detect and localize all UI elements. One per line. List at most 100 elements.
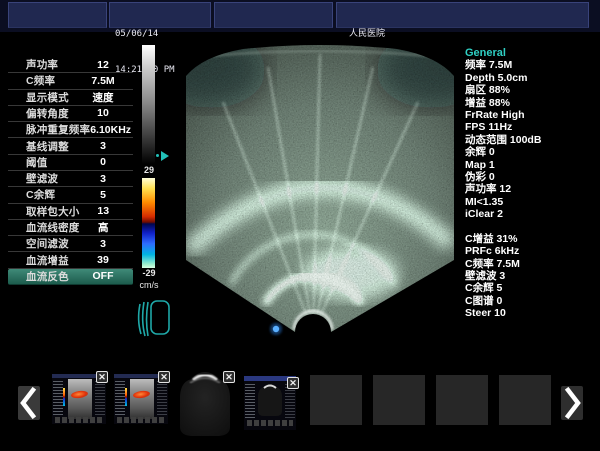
focus-marker-icon	[161, 151, 169, 161]
parameter-value: 高	[80, 220, 128, 235]
parameter-readout: C余辉 5	[465, 282, 595, 294]
parameter-readout: 余辉 0	[465, 146, 595, 158]
parameter-row[interactable]: 显示模式 速度	[8, 90, 133, 106]
parameter-value: 10	[79, 107, 127, 119]
parameter-readout: MI<1.35	[465, 196, 595, 208]
parameter-row[interactable]: 空间滤波 3	[8, 236, 133, 252]
parameter-readout: FrRate High	[465, 109, 595, 121]
color-doppler-scale-bar	[142, 178, 155, 268]
right-chevron-icon	[561, 386, 583, 420]
parameter-readout: C图谱 0	[465, 295, 595, 307]
ultrasound-image[interactable]	[183, 42, 457, 345]
parameter-readout: iClear 2	[465, 208, 595, 220]
parameter-label: 脉冲重复频率	[26, 122, 90, 137]
top-status-bar: 05/06/14 14:21:00 PM 人民医院 L14-5/38	[0, 0, 600, 32]
thumbnail-sector-large[interactable]: ✕	[177, 370, 233, 438]
thumbnail-close-button[interactable]: ✕	[223, 371, 235, 383]
thumb-sector-image	[257, 383, 283, 417]
velocity-scale-unit: cm/s	[138, 280, 160, 290]
thumb-mini-strip	[117, 417, 165, 423]
thumbnail-close-button[interactable]: ✕	[287, 377, 299, 389]
parameter-label: 基线调整	[26, 139, 69, 154]
thumb-left-text	[245, 384, 255, 418]
thumbnail-close-button[interactable]: ✕	[96, 371, 108, 383]
topbar-datetime: 05/06/14 14:21:00 PM	[109, 2, 211, 28]
parameter-row[interactable]: 声功率 12	[8, 57, 133, 73]
parameter-readout: Steer 10	[465, 307, 595, 319]
parameter-label: 取样包大小	[26, 204, 80, 219]
thumb-image	[68, 379, 92, 419]
parameter-label: 偏转角度	[26, 106, 69, 121]
thumb-colorbar	[125, 388, 127, 406]
thumb-doppler-flow	[71, 390, 89, 399]
parameter-row[interactable]: 取样包大小 13	[8, 204, 133, 220]
parameter-readout: PRFc 6kHz	[465, 245, 595, 257]
thumb-left-text	[53, 381, 63, 415]
thumbnails-prev-button[interactable]	[18, 386, 40, 420]
ultrasound-tissue-area	[183, 42, 457, 345]
parameter-value: 6.10KHz	[90, 124, 131, 136]
thumb-right-text	[157, 381, 167, 415]
parameter-label: 血流线密度	[26, 220, 80, 235]
parameter-value: 7.5M	[79, 75, 127, 87]
body-mark-icon[interactable]	[135, 297, 171, 339]
parameter-label: 血流反色	[26, 269, 69, 284]
parameter-row[interactable]: 阈值 0	[8, 155, 133, 171]
parameter-label: C频率	[26, 73, 55, 88]
date-text: 05/06/14	[115, 28, 175, 40]
parameter-readout: FPS 11Hz	[465, 121, 595, 133]
parameter-row[interactable]: 血流反色 OFF	[8, 269, 133, 285]
parameter-value: 13	[80, 205, 128, 217]
parameter-readout: C增益 31%	[465, 233, 595, 245]
thumbnail-doppler-1[interactable]: ✕	[52, 374, 106, 424]
thumb-mini-strip	[247, 420, 293, 426]
parameter-value: 3	[79, 173, 127, 185]
b-mode-parameters: 频率 7.5M Depth 5.0cm 扇区 88% 增益 88% FrRate…	[465, 59, 595, 220]
topbar-segment-empty-left	[8, 2, 107, 28]
velocity-scale-max: 29	[138, 165, 160, 175]
parameter-row[interactable]: 壁滤波 3	[8, 171, 133, 187]
parameter-readout: C频率 7.5M	[465, 258, 595, 270]
parameter-value: 0	[79, 156, 127, 168]
thumb-right-text	[285, 384, 295, 418]
parameter-label: 阈值	[26, 155, 47, 170]
parameter-value: 3	[79, 238, 127, 250]
thumbnails-next-button[interactable]	[561, 386, 583, 420]
grayscale-map-bar	[142, 45, 155, 164]
thumb-mini-strip	[55, 417, 103, 423]
parameter-readout: 增益 88%	[465, 97, 595, 109]
parameter-readout: 动态范围 100dB	[465, 134, 595, 146]
parameter-label: 壁滤波	[26, 171, 58, 186]
parameter-row[interactable]: C频率 7.5M	[8, 73, 133, 89]
thumbnail-close-button[interactable]: ✕	[158, 371, 170, 383]
thumb-left-text	[115, 381, 125, 415]
thumb-colorbar	[63, 388, 65, 406]
parameter-readout: 壁滤波 3	[465, 270, 595, 282]
orientation-marker-dot	[273, 326, 279, 332]
parameter-value: OFF	[79, 270, 127, 282]
parameter-row[interactable]: 血流增益 39	[8, 252, 133, 268]
parameter-row[interactable]: 脉冲重复频率 6.10KHz	[8, 122, 133, 138]
thumbnail-sector-screen[interactable]: ✕	[244, 376, 296, 430]
parameter-row[interactable]: C余辉 5	[8, 187, 133, 203]
thumbnail-slot-empty	[310, 375, 362, 425]
parameter-label: 血流增益	[26, 253, 69, 268]
parameter-label: 声功率	[26, 57, 58, 72]
parameter-readout: Map 1	[465, 159, 595, 171]
parameter-readout: 伪彩 0	[465, 171, 595, 183]
parameter-row[interactable]: 血流线密度 高	[8, 220, 133, 236]
parameter-row[interactable]: 基线调整 3	[8, 138, 133, 154]
parameter-row[interactable]: 偏转角度 10	[8, 106, 133, 122]
parameter-label: C余辉	[26, 187, 55, 202]
parameter-value: 39	[79, 254, 127, 266]
right-parameter-panel: General 频率 7.5M Depth 5.0cm 扇区 88% 增益 88…	[465, 47, 595, 320]
preset-name: General	[465, 47, 595, 59]
thumbnail-doppler-2[interactable]: ✕	[114, 374, 168, 424]
hospital-name: 人民医院	[349, 28, 392, 40]
left-parameter-panel: 声功率 12 C频率 7.5M 显示模式 速度 偏转角度 10 脉冲重复频率 6…	[8, 57, 133, 285]
parameter-readout: Depth 5.0cm	[465, 72, 595, 84]
thumbnail-slot-empty	[436, 375, 488, 425]
parameter-value: 5	[79, 189, 127, 201]
thumb-right-text	[95, 381, 105, 415]
thumb-image	[130, 379, 154, 419]
